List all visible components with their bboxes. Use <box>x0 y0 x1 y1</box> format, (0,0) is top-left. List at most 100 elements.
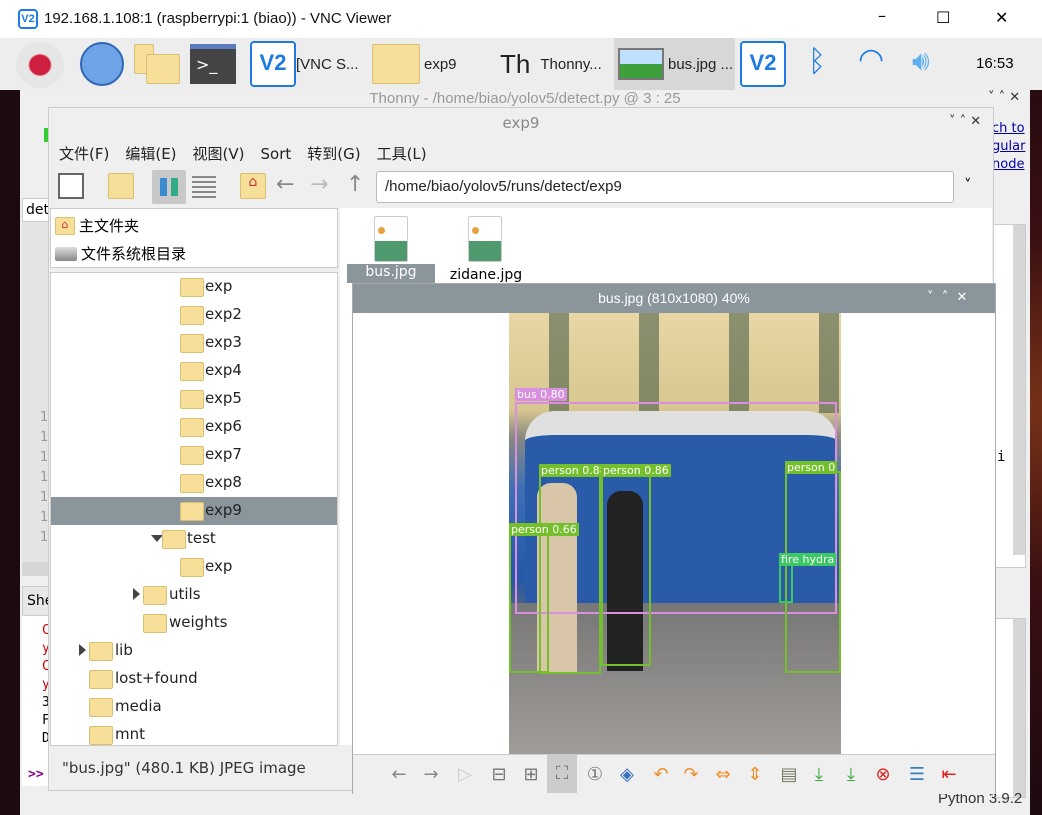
previous-image-icon[interactable]: ← <box>387 763 411 787</box>
menu-edit[interactable]: 编辑(E) <box>125 145 176 163</box>
tree-item-test[interactable]: test <box>51 525 337 553</box>
back-arrow-icon[interactable]: ← <box>276 172 294 197</box>
tree-item-label: lost+found <box>115 669 198 687</box>
tree-item-lost+found[interactable]: lost+found <box>51 665 337 693</box>
viewer-window-controls[interactable]: ˅ ˄ ✕ <box>927 290 967 305</box>
tree-item-exp7[interactable]: exp7 <box>51 441 337 469</box>
task-thonny[interactable]: Th Thonny... <box>500 38 612 90</box>
menu-go[interactable]: 转到(G) <box>307 145 360 163</box>
open-file-icon[interactable]: ▤ <box>777 763 801 787</box>
volume-icon[interactable]: 🔊︎ <box>912 44 930 78</box>
image-file-icon <box>374 216 408 262</box>
browser-globe-icon[interactable] <box>80 42 124 86</box>
switch-regular-mode-link[interactable]: ch to gular node <box>992 120 1025 174</box>
fullscreen-icon[interactable]: ◈ <box>615 763 639 787</box>
tree-item-label: exp6 <box>205 417 242 435</box>
menu-tools[interactable]: 工具(L) <box>377 145 427 163</box>
tree-item-media[interactable]: media <box>51 693 337 721</box>
path-input[interactable]: /home/biao/yolov5/runs/detect/exp9 <box>376 171 954 203</box>
folder-icon <box>89 698 113 717</box>
place-root[interactable]: 文件系统根目录 <box>55 243 186 264</box>
tree-item-exp[interactable]: exp <box>51 553 337 581</box>
fit-window-icon[interactable]: ⛶ <box>547 755 577 793</box>
tree-item-mnt[interactable]: mnt <box>51 721 337 745</box>
zoom-in-icon[interactable]: ⊞ <box>519 763 543 787</box>
list-view-button[interactable] <box>192 176 216 198</box>
tree-item-exp5[interactable]: exp5 <box>51 385 337 413</box>
place-home[interactable]: ⌂ 主文件夹 <box>55 215 139 236</box>
editor-vscrollbar[interactable] <box>1013 225 1025 555</box>
quit-icon[interactable]: ⇤ <box>937 763 961 787</box>
tree-item-lib[interactable]: lib <box>51 637 337 665</box>
save-file-icon[interactable]: ⤓ <box>807 763 831 787</box>
maximize-button[interactable]: ☐ <box>936 8 950 27</box>
zoom-out-icon[interactable]: ⊟ <box>487 763 511 787</box>
tree-item-exp2[interactable]: exp2 <box>51 301 337 329</box>
flip-horizontal-icon[interactable]: ⇔ <box>711 763 735 787</box>
flip-vertical-icon[interactable]: ⇕ <box>743 763 767 787</box>
close-button[interactable]: ✕ <box>995 8 1008 27</box>
save-as-icon[interactable]: ⤓ <box>839 763 863 787</box>
shell-tab[interactable]: She <box>22 586 53 616</box>
detection-box: person 0.86 <box>601 464 671 666</box>
minimize-button[interactable]: – <box>878 6 886 25</box>
tree-item-exp6[interactable]: exp6 <box>51 413 337 441</box>
raspberry-menu-icon[interactable] <box>16 42 64 88</box>
wifi-icon[interactable]: ◠ <box>858 42 884 77</box>
home-icon[interactable]: ⌂ <box>240 173 266 199</box>
expand-arrow-icon[interactable] <box>79 644 86 656</box>
task-bus-jpg[interactable]: bus.jpg ... <box>614 38 735 90</box>
rotate-right-icon[interactable]: ↷ <box>679 763 703 787</box>
task-vnc-server[interactable]: V2 [VNC S... <box>250 38 370 90</box>
folder-icon <box>89 642 113 661</box>
folder-icon <box>89 670 113 689</box>
tree-item-label: exp7 <box>205 445 242 463</box>
fm-window-controls[interactable]: ˅ ˄ ✕ <box>949 114 981 129</box>
slideshow-icon[interactable]: ▷ <box>453 763 477 787</box>
status-bar: "bus.jpg" (480.1 KB) JPEG image <box>62 759 306 777</box>
place-label: 文件系统根目录 <box>81 245 187 263</box>
place-label: 主文件夹 <box>79 217 140 235</box>
terminal-icon[interactable]: >_ <box>190 44 236 84</box>
tree-item-exp[interactable]: exp <box>51 273 337 301</box>
forward-arrow-icon[interactable]: → <box>310 172 328 197</box>
new-window-icon[interactable] <box>58 173 84 199</box>
image-file-icon <box>468 216 502 262</box>
delete-icon[interactable]: ⊗ <box>871 763 895 787</box>
tree-item-weights[interactable]: weights <box>51 609 337 637</box>
expand-arrow-icon[interactable] <box>133 588 140 600</box>
folder-icon <box>162 530 186 549</box>
new-folder-icon[interactable] <box>108 173 134 199</box>
vnc-tray-icon[interactable]: V2 <box>740 41 786 87</box>
menu-file[interactable]: 文件(F) <box>59 145 109 163</box>
tree-item-exp3[interactable]: exp3 <box>51 329 337 357</box>
home-folder-icon: ⌂ <box>55 216 75 235</box>
menu-sort[interactable]: Sort <box>261 145 292 163</box>
path-history-chevron-icon[interactable]: ˅ <box>964 176 972 194</box>
folder-icon <box>180 390 204 409</box>
icon-view-button[interactable] <box>152 170 186 204</box>
shell-vscrollbar[interactable] <box>1013 619 1025 797</box>
detection-box: fire hydra <box>779 553 837 603</box>
tree-item-utils[interactable]: utils <box>51 581 337 609</box>
tree-item-exp4[interactable]: exp4 <box>51 357 337 385</box>
preferences-icon[interactable]: ☰ <box>905 763 929 787</box>
task-exp9[interactable]: exp9 <box>372 38 492 90</box>
up-arrow-icon[interactable]: ↑ <box>346 172 364 197</box>
tree-item-exp8[interactable]: exp8 <box>51 469 337 497</box>
shell-output[interactable]: CyCy3FD >> <box>22 616 50 786</box>
thonny-window-controls[interactable]: ˅ ˄ ✕ <box>988 90 1020 105</box>
next-image-icon[interactable]: → <box>419 763 443 787</box>
tree-item-exp9[interactable]: exp9 <box>51 497 337 525</box>
bluetooth-icon[interactable]: ᛒ <box>808 44 826 79</box>
detection-label: person 0.66 <box>509 523 579 536</box>
editor-hscrollbar[interactable] <box>22 562 50 576</box>
detection-image: bus 0.80 person 0.88 person 0.86 person 0 pe… <box>509 313 841 754</box>
file-item-zidane-jpg[interactable]: zidane.jpg <box>440 267 532 283</box>
file-item-bus-jpg[interactable]: bus.jpg <box>347 264 435 283</box>
thonny-title: Thonny - /home/biao/yolov5/detect.py @ 3… <box>369 90 681 107</box>
original-size-icon[interactable]: ① <box>583 763 607 787</box>
rotate-left-icon[interactable]: ↶ <box>649 763 673 787</box>
menu-view[interactable]: 视图(V) <box>193 145 245 163</box>
thonny-icon: Th <box>500 48 531 79</box>
